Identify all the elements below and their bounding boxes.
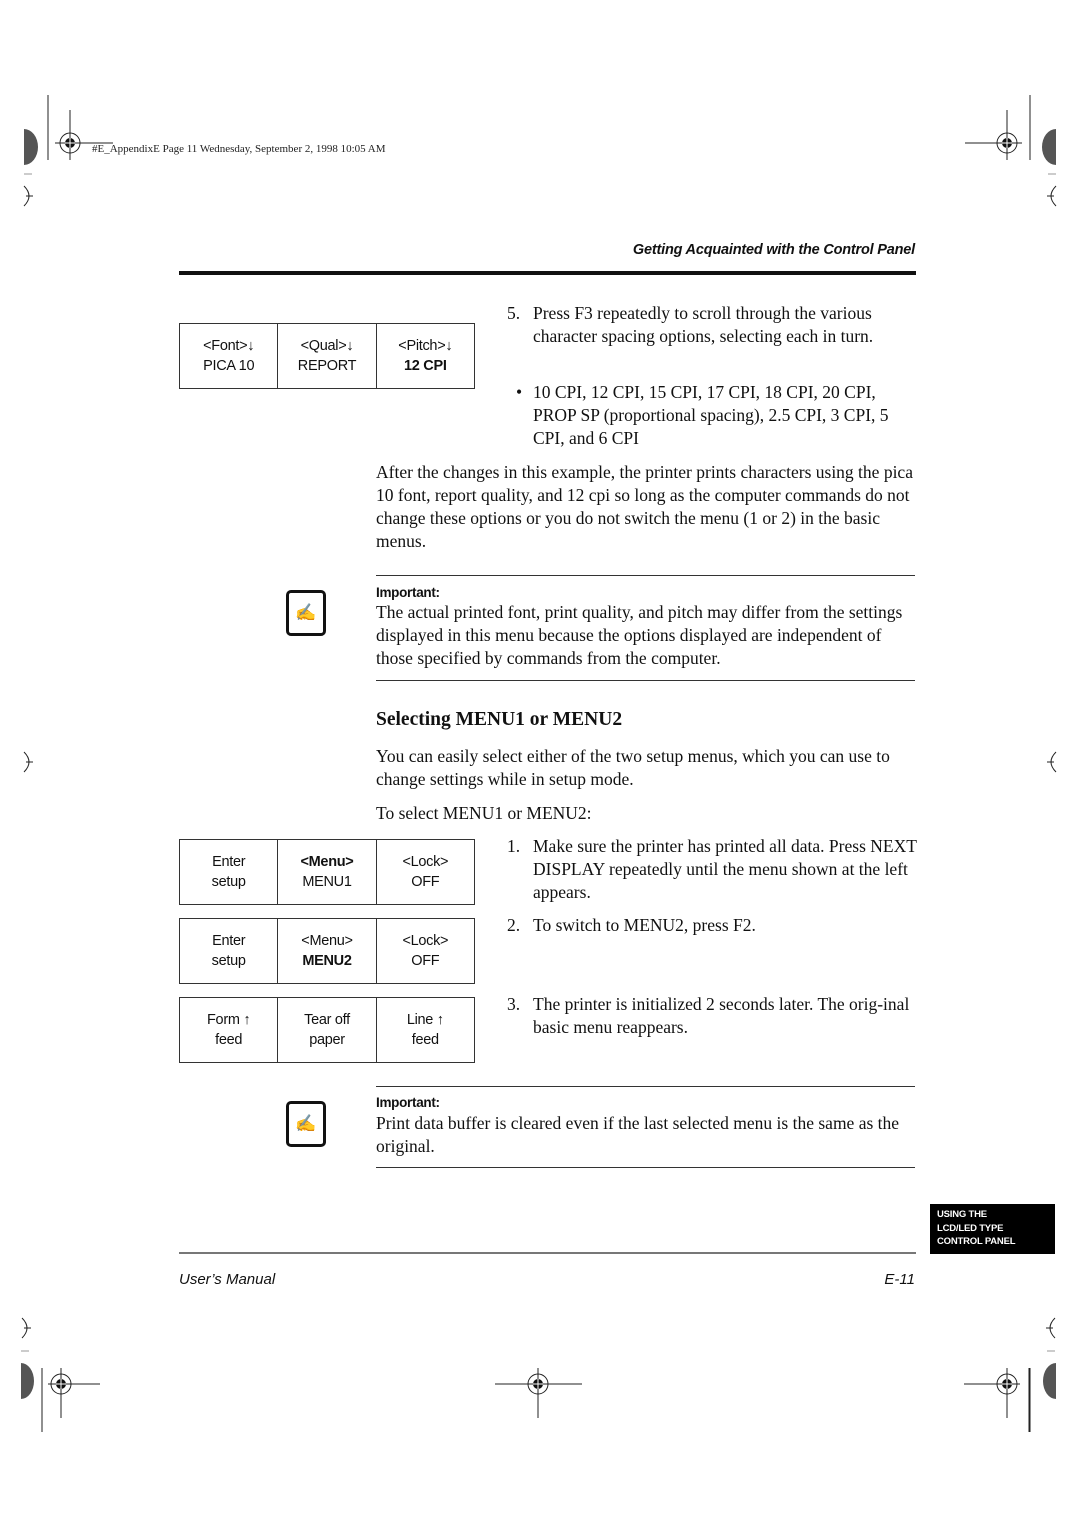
file-stamp: #E_AppendixE Page 11 Wednesday, Septembe… [92, 143, 386, 155]
important-text: The actual printed font, print quality, … [376, 602, 903, 668]
lcd-cell-label: Line ↑ [406, 1012, 444, 1028]
lcd-cell-value: setup [211, 874, 246, 890]
important-text: Print data buffer is cleared even if the… [376, 1113, 900, 1156]
lcd-panel-menu2: Enter setup <Menu> MENU2 <Lock> OFF [179, 918, 475, 984]
cpi-options-bullet: • 10 CPI, 12 CPI, 15 CPI, 17 CPI, 18 CPI… [516, 381, 916, 450]
intro-paragraph: You can easily select either of the two … [376, 746, 890, 789]
lcd-cell-value: feed [411, 1032, 439, 1048]
lcd-cell-lock: <Lock> OFF [377, 919, 474, 983]
lcd-cell-pitch: <Pitch>↓ 12 CPI [377, 324, 474, 388]
lcd-cell-label: Tear off [304, 1012, 350, 1028]
writing-hand-icon: ✍ [286, 590, 326, 636]
footer-manual-title: User’s Manual [179, 1271, 276, 1288]
header-rule [179, 271, 916, 275]
lcd-panel-font-qual-pitch: <Font>↓ PICA 10 <Qual>↓ REPORT <Pitch>↓ … [179, 323, 475, 389]
step-2: 2. To switch to MENU2, press F2. [507, 914, 917, 937]
important-label: Important: [376, 585, 440, 600]
step-1: 1. Make sure the printer has printed all… [507, 835, 917, 904]
step-number: 5. [507, 303, 521, 323]
lcd-cell-label: <Lock> [402, 933, 449, 949]
step-3: 3. The printer is initialized 2 seconds … [507, 993, 917, 1039]
lcd-cell-form-feed: Form ↑ feed [180, 998, 279, 1062]
step-5: 5. Press F3 repeatedly to scroll through… [507, 302, 917, 348]
step-number: 2. [507, 915, 521, 935]
footer-rule [179, 1252, 916, 1254]
lcd-cell-menu: <Menu> MENU2 [278, 919, 377, 983]
section-title: Selecting MENU1 or MENU2 [376, 709, 623, 730]
page-number: E-11 [884, 1271, 915, 1288]
step-number: 1. [507, 836, 521, 856]
lcd-cell-value: 12 CPI [404, 358, 447, 374]
lcd-cell-label: <Qual>↓ [300, 338, 354, 354]
writing-hand-icon: ✍ [286, 1101, 326, 1147]
to-select-line: To select MENU1 or MENU2: [376, 803, 592, 823]
lcd-cell-enter-setup: Enter setup [180, 919, 279, 983]
lcd-cell-label: <Menu> [300, 854, 354, 870]
side-tab-line: LCD/LED TYPE [937, 1222, 1004, 1234]
step-text: To switch to MENU2, press F2. [533, 915, 756, 935]
lcd-cell-label: Enter [212, 933, 246, 949]
important-rule-top [376, 1086, 915, 1088]
step-text: Press F3 repeatedly to scroll through th… [533, 303, 874, 346]
lcd-cell-value: OFF [411, 953, 440, 969]
after-changes-paragraph: After the changes in this example, the p… [376, 462, 913, 551]
lcd-cell-label: <Pitch>↓ [398, 338, 453, 354]
lcd-cell-value: REPORT [297, 358, 357, 374]
lcd-cell-qual: <Qual>↓ REPORT [278, 324, 377, 388]
step-text: The printer is initialized 2 seconds lat… [533, 994, 910, 1037]
lcd-cell-font: <Font>↓ PICA 10 [180, 324, 279, 388]
bullet-icon: • [516, 382, 523, 402]
lcd-cell-label: Enter [212, 854, 246, 870]
lcd-cell-tear-off: Tear off paper [278, 998, 377, 1062]
lcd-cell-label: <Lock> [402, 854, 449, 870]
running-head: Getting Acquainted with the Control Pane… [632, 242, 915, 258]
side-tab-line: USING THE [937, 1209, 987, 1220]
lcd-cell-value: PICA 10 [203, 358, 255, 374]
step-text: Make sure the printer has printed all da… [533, 836, 917, 902]
lcd-cell-value: OFF [411, 874, 440, 890]
lcd-cell-value: setup [211, 953, 246, 969]
lcd-cell-label: <Font>↓ [203, 338, 255, 354]
bullet-text: 10 CPI, 12 CPI, 15 CPI, 17 CPI, 18 CPI, … [533, 382, 889, 448]
lcd-cell-label: Form ↑ [207, 1012, 251, 1028]
side-tab-line: CONTROL PANEL [937, 1236, 1016, 1247]
lcd-cell-enter-setup: Enter setup [180, 840, 279, 904]
step-number: 3. [507, 994, 521, 1014]
lcd-cell-label: <Menu> [301, 933, 353, 949]
important-rule-bottom [376, 680, 915, 682]
lcd-cell-value: paper [309, 1032, 345, 1048]
lcd-cell-value: MENU1 [302, 874, 352, 890]
important-rule-bottom [376, 1167, 915, 1169]
lcd-cell-value: feed [215, 1032, 243, 1048]
lcd-panel-basic-menu: Form ↑ feed Tear off paper Line ↑ feed [179, 997, 475, 1063]
important-rule-top [376, 575, 915, 577]
lcd-cell-line-feed: Line ↑ feed [377, 998, 474, 1062]
lcd-panel-menu1: Enter setup <Menu> MENU1 <Lock> OFF [179, 839, 475, 905]
chapter-side-tab: USING THE LCD/LED TYPE CONTROL PANEL [930, 1204, 1055, 1254]
important-label: Important: [376, 1095, 440, 1110]
lcd-cell-value: MENU2 [302, 953, 352, 969]
lcd-cell-menu: <Menu> MENU1 [278, 840, 377, 904]
lcd-cell-lock: <Lock> OFF [377, 840, 474, 904]
